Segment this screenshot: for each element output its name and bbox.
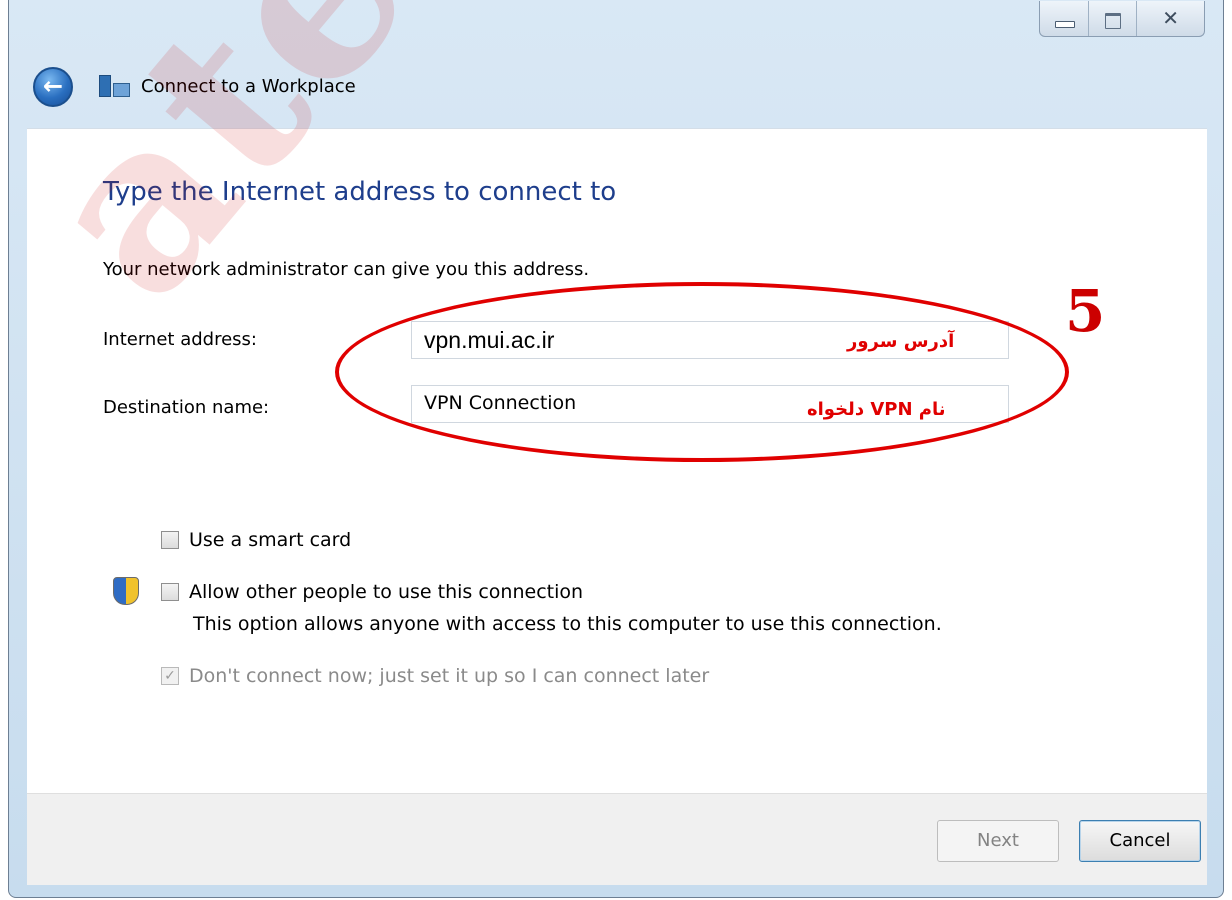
close-icon[interactable]: ✕ bbox=[1137, 1, 1204, 36]
vpn-name-annotation: نام VPN دلخواه bbox=[807, 399, 946, 420]
dont-connect-label: Don't connect now; just set it up so I c… bbox=[189, 665, 710, 687]
use-smart-card-checkbox[interactable] bbox=[161, 531, 179, 549]
next-button[interactable]: Next bbox=[937, 820, 1059, 862]
internet-address-label: Internet address: bbox=[103, 329, 257, 350]
dont-connect-checkbox: ✓ bbox=[161, 667, 179, 685]
wizard-footer: Next Cancel bbox=[27, 793, 1207, 885]
wizard-window: ✕ ← Connect to a Workplace Type the Inte… bbox=[8, 0, 1224, 898]
destination-name-label: Destination name: bbox=[103, 397, 270, 418]
use-smart-card-label: Use a smart card bbox=[189, 529, 352, 551]
dont-connect-option: ✓ Don't connect now; just set it up so I… bbox=[161, 665, 709, 687]
maximize-icon[interactable] bbox=[1089, 1, 1138, 36]
wizard-title: Connect to a Workplace bbox=[141, 76, 356, 97]
page-description: Your network administrator can give you … bbox=[103, 259, 590, 280]
cancel-button[interactable]: Cancel bbox=[1079, 820, 1201, 862]
wizard-titlebar: ← Connect to a Workplace bbox=[9, 63, 1223, 109]
allow-others-checkbox[interactable] bbox=[161, 583, 179, 601]
caption-buttons: ✕ bbox=[1039, 1, 1205, 37]
highlight-ellipse bbox=[335, 282, 1069, 462]
uac-shield-icon bbox=[113, 577, 139, 605]
page-heading: Type the Internet address to connect to bbox=[103, 177, 617, 207]
minimize-icon[interactable] bbox=[1040, 1, 1089, 36]
allow-others-option[interactable]: Allow other people to use this connectio… bbox=[161, 581, 583, 603]
use-smart-card-option[interactable]: Use a smart card bbox=[161, 529, 351, 551]
back-arrow-icon[interactable]: ← bbox=[33, 67, 73, 107]
wizard-content: Type the Internet address to connect to … bbox=[27, 128, 1207, 793]
allow-others-label: Allow other people to use this connectio… bbox=[189, 581, 584, 603]
connect-workplace-icon bbox=[99, 75, 131, 99]
server-address-annotation: آدرس سرور bbox=[847, 331, 955, 352]
step-number: 5 bbox=[1065, 277, 1106, 345]
allow-others-note: This option allows anyone with access to… bbox=[193, 613, 942, 635]
